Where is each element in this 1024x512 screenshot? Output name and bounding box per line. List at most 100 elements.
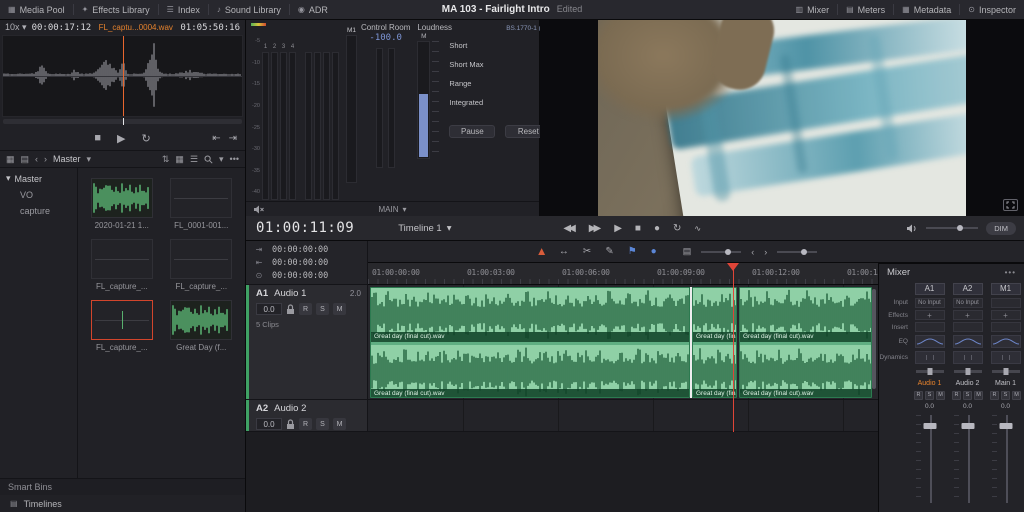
audio-clip[interactable]: Great day (final cut).wavGreat day (fina… — [739, 287, 872, 398]
jump-to-end-icon[interactable]: ⇥ — [229, 133, 237, 144]
track-header-a2[interactable]: A2 Audio 2 0.0 R S M — [246, 400, 368, 432]
track-record-arm-button[interactable]: R — [299, 303, 312, 315]
fader[interactable]: 0.0 — [911, 401, 948, 512]
sound-library-button[interactable]: ♪Sound Library — [209, 0, 289, 19]
strip-s-button[interactable]: S — [925, 391, 934, 400]
selection-tool-icon[interactable]: ▶ — [536, 248, 547, 255]
track-mute-button[interactable]: M — [333, 418, 346, 430]
speaker-icon[interactable] — [907, 224, 918, 233]
media-clip[interactable]: FL_0001-001... — [167, 178, 235, 230]
dim-button[interactable]: DIM — [986, 222, 1016, 235]
options-menu-icon[interactable]: ••• — [230, 154, 239, 164]
bin-tree-capture[interactable]: capture — [0, 203, 77, 219]
track-gain-field[interactable]: 0.0 — [256, 418, 282, 430]
media-clip[interactable]: FL_capture_... — [167, 239, 235, 291]
pan-control[interactable] — [954, 370, 982, 373]
track-height-icon[interactable]: ▤ — [683, 246, 692, 257]
media-clip[interactable]: FL_capture_... — [88, 239, 156, 291]
track-gain-field[interactable]: 0.0 — [256, 303, 282, 315]
add-effect-button[interactable]: + — [991, 310, 1021, 320]
meters-button[interactable]: ▤Meters — [838, 0, 893, 19]
in-point-field[interactable]: ⇥00:00:00:00 — [254, 245, 359, 255]
mixer-button[interactable]: ▥Mixer — [788, 0, 838, 19]
audio-preview-waveform[interactable] — [2, 35, 243, 117]
dynamics-thumbnail[interactable] — [991, 351, 1021, 364]
razor-tool-icon[interactable]: ✂ — [583, 246, 591, 257]
loop-button[interactable]: ↻ — [673, 223, 681, 234]
play-button[interactable]: ▶ — [117, 132, 125, 145]
fast-forward-button[interactable]: ▶▶ — [589, 223, 601, 234]
jump-to-start-icon[interactable]: ⇤ — [212, 133, 220, 144]
list-view-icon[interactable]: ☰ — [190, 154, 198, 165]
playback-speed[interactable]: 10x ▾ — [5, 22, 27, 33]
adr-button[interactable]: ◉ADR — [290, 0, 336, 19]
insert-slot[interactable] — [991, 322, 1021, 332]
strip-r-button[interactable]: R — [952, 391, 961, 400]
grid-view-icon[interactable]: ▦ — [175, 154, 184, 165]
audio-clip[interactable]: Great day (final cut).wavGreat day (fina… — [692, 287, 737, 398]
strip-m-button[interactable]: M — [974, 391, 983, 400]
zoom-in-icon[interactable]: › — [764, 247, 767, 257]
eq-thumbnail[interactable] — [991, 335, 1021, 348]
preview-scrollbar[interactable] — [3, 119, 242, 124]
speaker-mute-icon[interactable] — [254, 205, 265, 214]
fader-handle[interactable] — [999, 423, 1012, 429]
zoom-out-icon[interactable]: ‹ — [751, 247, 754, 257]
marker-icon[interactable]: ● — [651, 246, 657, 257]
eq-thumbnail[interactable] — [953, 335, 983, 348]
fader[interactable]: 0.0 — [949, 401, 986, 512]
expand-viewer-icon[interactable] — [1003, 199, 1018, 211]
channel-label[interactable]: A1 — [915, 283, 945, 295]
eq-thumbnail[interactable] — [915, 335, 945, 348]
chevron-down-icon[interactable]: ▾ — [87, 154, 92, 165]
monitor-volume-slider[interactable] — [926, 227, 978, 229]
flag-icon[interactable]: ⚑ — [628, 246, 637, 257]
strip-s-button[interactable]: S — [1001, 391, 1010, 400]
input-assign-button[interactable]: No Input — [915, 298, 945, 308]
metadata-button[interactable]: ▦Metadata — [894, 0, 959, 19]
mixer-options-icon[interactable]: ••• — [1005, 268, 1016, 277]
media-pool-button[interactable]: ▦Media Pool — [0, 0, 73, 19]
fast-rewind-button[interactable]: ◀◀ — [563, 223, 575, 234]
track-solo-button[interactable]: S — [316, 418, 329, 430]
channel-label[interactable]: M1 — [991, 283, 1021, 295]
track-record-arm-button[interactable]: R — [299, 418, 312, 430]
play-button[interactable]: ▶ — [614, 223, 622, 234]
strip-r-button[interactable]: R — [990, 391, 999, 400]
duration-field[interactable]: ⊙00:00:00:00 — [254, 271, 359, 281]
media-clip[interactable]: Great Day (f... — [167, 300, 235, 352]
search-icon[interactable] — [204, 155, 213, 164]
bin-tree-vo[interactable]: VO — [0, 187, 77, 203]
monitor-output-selector[interactable]: MAIN▾ — [378, 205, 406, 214]
channel-label[interactable]: A2 — [953, 283, 983, 295]
timeline-timecode[interactable]: 01:00:11:09 — [246, 220, 364, 236]
bin-selector[interactable]: Master — [53, 154, 81, 164]
smart-bin-timelines[interactable]: ▤Timelines — [0, 495, 245, 512]
add-effect-button[interactable]: + — [915, 310, 945, 320]
loudness-pause-button[interactable]: Pause — [449, 125, 495, 138]
timeline-selector[interactable]: Timeline 1▾ — [398, 223, 451, 234]
strip-m-button[interactable]: M — [1012, 391, 1021, 400]
audio-clip[interactable]: Great day (final cut).wavGreat day (fina… — [370, 287, 690, 398]
stop-button[interactable]: ■ — [635, 223, 641, 234]
track-header-a1[interactable]: A1 Audio 1 2.0 0.0 R S M 5 Clips — [246, 285, 368, 400]
playhead-marker[interactable] — [727, 263, 739, 271]
playhead-line[interactable] — [733, 263, 734, 432]
bin-tree-master[interactable]: ▾Master — [0, 170, 77, 187]
record-button[interactable]: ● — [654, 223, 660, 234]
input-assign-button[interactable]: No Input — [953, 298, 983, 308]
inspector-button[interactable]: ⊙Inspector — [960, 0, 1024, 19]
fader[interactable]: 0.0 — [987, 401, 1024, 512]
timeline-ruler[interactable]: 01:00:00:0001:00:03:0001:00:06:0001:00:0… — [368, 263, 878, 285]
preview-playhead[interactable] — [123, 36, 124, 116]
fader-handle[interactable] — [923, 423, 936, 429]
effects-library-button[interactable]: ✦Effects Library — [74, 0, 158, 19]
zoom-slider[interactable] — [777, 251, 817, 253]
strip-m-button[interactable]: M — [936, 391, 945, 400]
add-effect-button[interactable]: + — [953, 310, 983, 320]
track-lane-a1[interactable]: Great day (final cut).wavGreat day (fina… — [368, 285, 878, 400]
stop-button[interactable]: ■ — [94, 132, 101, 144]
track-mute-button[interactable]: M — [333, 303, 346, 315]
track-lane-a2[interactable] — [368, 400, 878, 432]
pan-control[interactable] — [992, 370, 1020, 373]
